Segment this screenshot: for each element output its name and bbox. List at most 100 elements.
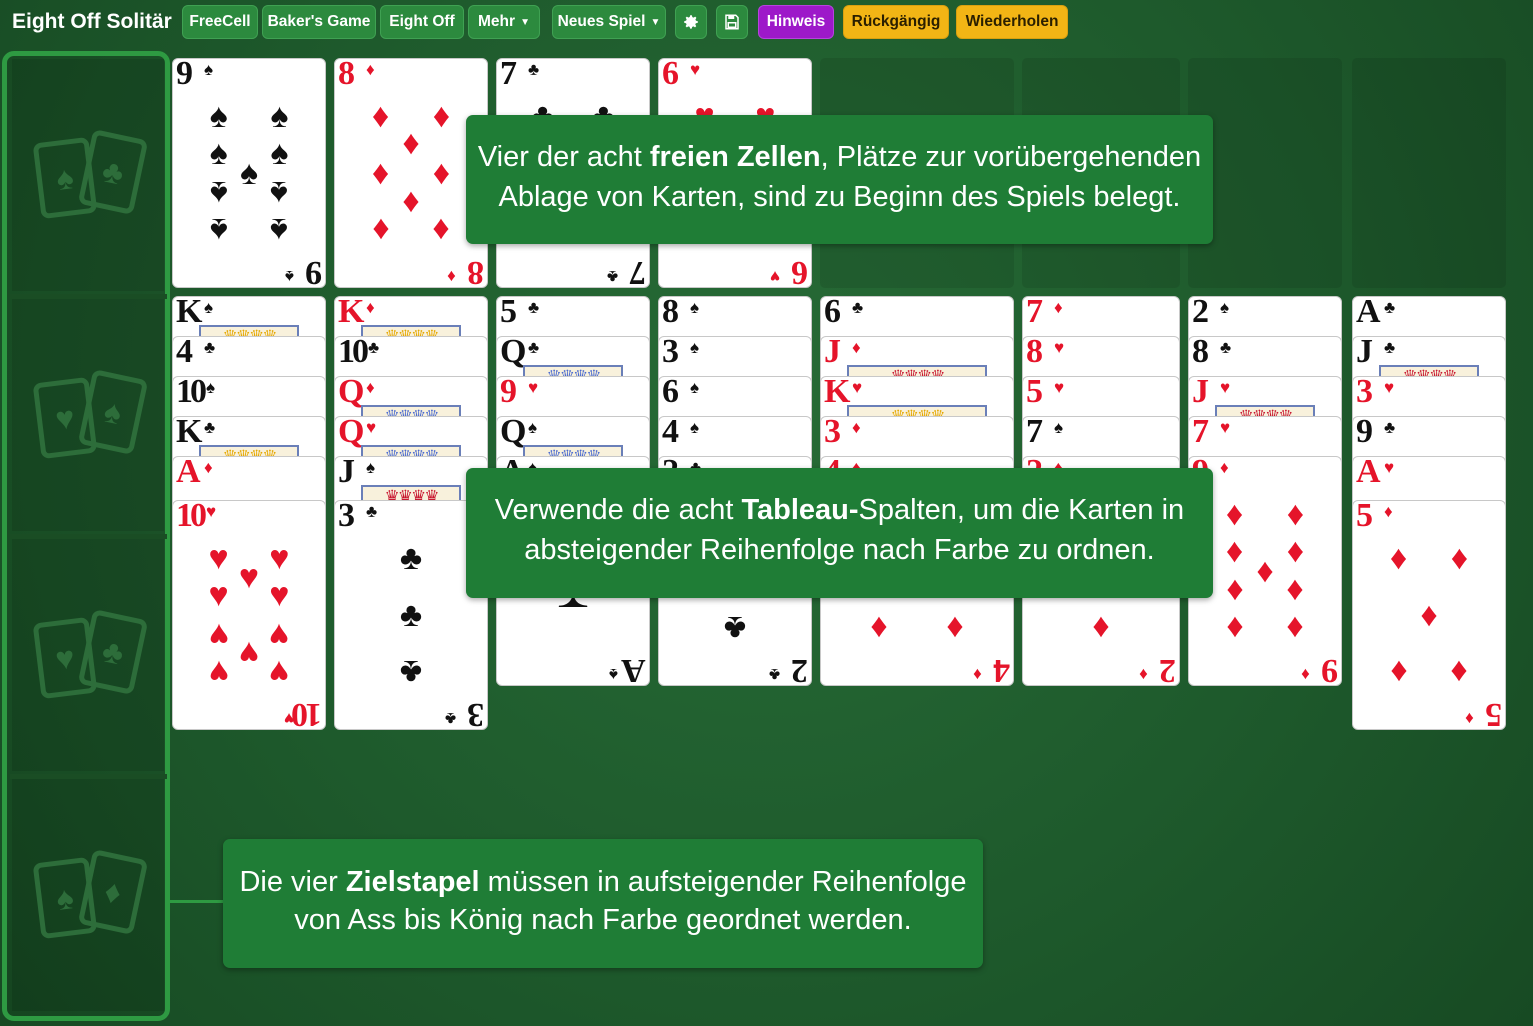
card-suit-icon: ♦: [1301, 665, 1310, 684]
playing-card[interactable]: 5 ♦ ♦ ♦ ♦ ♦ ♦ 5 ♦: [1352, 500, 1506, 730]
card-suit-icon: ♠: [690, 298, 700, 317]
card-suit-icon: ♦: [1465, 709, 1474, 728]
card-rank: 7: [1026, 296, 1043, 330]
foundation-pile[interactable]: ♠ ♣: [12, 59, 164, 291]
suit-pip-icon: ♥: [238, 633, 260, 672]
card-suit-icon: ♦: [366, 378, 375, 397]
undo-button[interactable]: Rückgängig: [843, 5, 949, 39]
card-rank: 9: [176, 58, 193, 92]
tip-bold-text: Zielstapel: [345, 866, 480, 898]
suit-pip-icon: ♦: [1225, 494, 1244, 533]
card-suit-icon: ♣: [1220, 338, 1232, 357]
card-suit-icon: ♣: [204, 338, 216, 357]
suit-pip-icon: ♦: [946, 609, 965, 648]
gear-icon: [684, 15, 698, 29]
suit-pip-icon: ♦: [402, 183, 420, 222]
suit-pip-icon: ♥: [269, 576, 290, 615]
card-rank: A: [176, 456, 201, 490]
card-rank: 3: [338, 500, 355, 534]
card-rank: 6: [824, 296, 841, 330]
foundation-pile[interactable]: ♥ ♠: [12, 299, 164, 531]
card-rank: K: [338, 296, 365, 330]
tip-text: Die vier: [239, 866, 346, 898]
suit-pip-icon: ♠: [209, 173, 228, 212]
card-suit-icon: ♥: [852, 378, 863, 397]
free-cell[interactable]: [1352, 58, 1506, 288]
freecell-button[interactable]: FreeCell: [182, 5, 258, 39]
suit-pip-icon: ♣: [399, 596, 423, 634]
card-suit-icon: ♠: [204, 60, 214, 79]
suit-pip-icon: ♦: [402, 124, 420, 163]
card-rank: K: [824, 376, 851, 410]
suit-pip-icon: ♦: [1225, 532, 1244, 571]
card-rank: 8: [470, 254, 484, 288]
suit-pip-icon: ♦: [371, 96, 390, 135]
card-suit-icon: ♣: [528, 60, 540, 79]
foundation-pile[interactable]: ♠ ♦: [12, 779, 164, 1011]
suit-pip-icon: ♣: [723, 609, 747, 648]
card-rank: 7: [500, 58, 517, 92]
card-rank: 9: [1324, 652, 1338, 686]
card-rank: 8: [662, 296, 679, 330]
card-rank: Q: [338, 416, 365, 450]
card-suit-icon: ♣: [606, 267, 618, 286]
card-rank: 6: [794, 254, 808, 288]
card-rank: J: [338, 456, 355, 490]
card-rank: 9: [500, 376, 517, 410]
card-suit-icon: ♠: [1054, 418, 1064, 437]
card-suit-icon: ♠: [528, 418, 538, 437]
playing-card[interactable]: 3 ♣ ♣ ♣ ♣ 3 ♣: [334, 500, 488, 730]
suit-pip-icon: ♦: [1450, 538, 1469, 577]
cards-placeholder-icon: ♠ ♣: [23, 129, 153, 220]
card-suit-icon: ♣: [368, 338, 380, 357]
card-rank: 4: [662, 416, 679, 450]
suit-pip-icon: ♦: [1389, 538, 1408, 577]
more-label: Mehr: [478, 13, 516, 30]
card-rank: 6: [662, 376, 679, 410]
suit-pip-icon: ♦: [1450, 653, 1469, 692]
floppy-disk-icon: [725, 14, 739, 30]
eight-off-button[interactable]: Eight Off: [380, 5, 464, 39]
card-suit-icon: ♥: [1384, 458, 1395, 477]
suit-pip-icon: ♦: [432, 154, 451, 192]
bakers-game-button[interactable]: Baker's Game: [262, 5, 376, 39]
redo-button[interactable]: Wiederholen: [956, 5, 1068, 39]
card-suit-icon: ♥: [283, 709, 294, 728]
card-suit-icon: ♠: [204, 298, 214, 317]
suit-pip-icon: ♠: [270, 134, 289, 173]
card-rank: J: [1192, 376, 1209, 410]
card-rank: 2: [794, 652, 808, 686]
hint-button[interactable]: Hinweis: [758, 5, 834, 39]
card-rank: 3: [824, 416, 841, 450]
card-rank: 10: [176, 376, 207, 410]
card-rank: 4: [176, 336, 193, 370]
card-rank: Q: [500, 416, 527, 450]
card-rank: J: [824, 336, 841, 370]
tip-bold-text: freien Zellen: [649, 141, 821, 173]
playing-card[interactable]: 9 ♠ ♠ ♠ ♠ ♠ ♠ ♠ ♠ ♠ ♠ 9 ♠: [172, 58, 326, 288]
suit-pip-icon: ♥: [238, 558, 260, 597]
card-rank: K: [176, 416, 203, 450]
card-suit-icon: ♠: [690, 378, 700, 397]
more-dropdown[interactable]: Mehr ▼: [468, 5, 540, 39]
card-suit-icon: ♣: [204, 418, 216, 437]
card-suit-icon: ♥: [1054, 378, 1065, 397]
card-rank: 10: [338, 336, 369, 370]
suit-pip-icon: ♦: [1225, 609, 1244, 648]
card-rank: 9: [308, 254, 322, 288]
settings-button[interactable]: [675, 5, 707, 39]
foundation-pile[interactable]: ♥ ♣: [12, 539, 164, 771]
suit-pip-icon: ♣: [399, 653, 423, 692]
playing-card[interactable]: 10 ♥ ♥ ♥ ♥ ♥ ♥ ♥ ♥ ♥ ♥ ♥ 10 ♥: [172, 500, 326, 730]
save-button[interactable]: [716, 5, 748, 39]
playing-card[interactable]: 8 ♦ ♦ ♦ ♦ ♦ ♦ ♦ ♦ ♦ 8 ♦: [334, 58, 488, 288]
suit-pip-icon: ♠: [239, 154, 259, 192]
suit-pip-icon: ♦: [432, 96, 451, 135]
cards-placeholder-icon: ♠ ♦: [23, 849, 153, 940]
suit-pip-icon: ♥: [208, 653, 229, 692]
card-rank: 8: [1192, 336, 1209, 370]
card-suit-icon: ♣: [1384, 418, 1396, 437]
suit-pip-icon: ♦: [432, 211, 451, 250]
card-suit-icon: ♥: [528, 378, 539, 397]
new-game-dropdown[interactable]: Neues Spiel ▼: [552, 5, 666, 39]
